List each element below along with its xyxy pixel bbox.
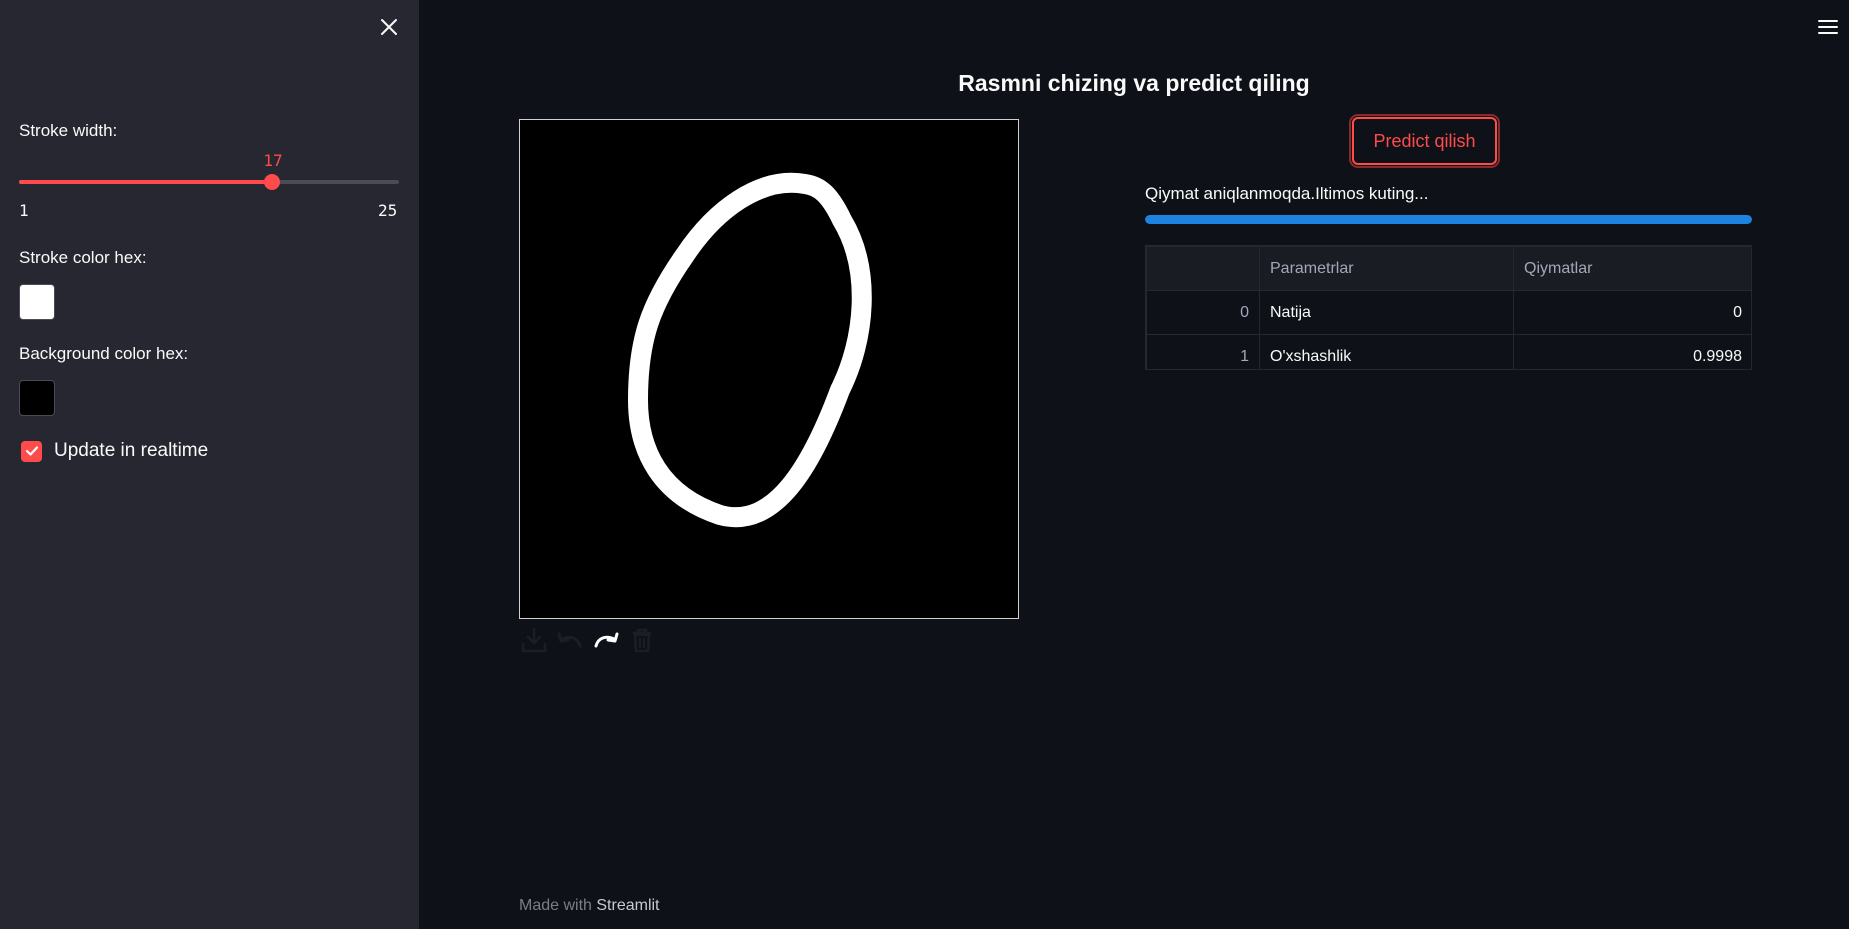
undo-button[interactable]: [555, 625, 585, 655]
trash-icon: [633, 628, 651, 653]
table-header-values: Qiymatlar: [1513, 246, 1751, 291]
redo-button[interactable]: [591, 625, 621, 655]
undo-icon: [557, 632, 582, 648]
progress-bar: [1145, 215, 1752, 224]
hamburger-menu-icon: [1818, 20, 1838, 34]
realtime-checkbox[interactable]: [21, 440, 42, 462]
close-icon: [381, 19, 397, 35]
sidebar: Stroke width: 17 1 25 Stroke color hex: …: [0, 0, 419, 929]
streamlit-link[interactable]: Streamlit: [596, 897, 659, 914]
close-sidebar-button[interactable]: [376, 14, 402, 40]
progress-fill: [1145, 215, 1752, 224]
realtime-label: Update in realtime: [54, 440, 209, 461]
slider-fill: [19, 180, 273, 184]
results-table[interactable]: Parametrlar Qiymatlar 0 Natija 0 1 O'xsh…: [1145, 245, 1752, 370]
slider-max-label: 25: [378, 201, 398, 220]
stroke-width-value: 17: [263, 151, 283, 170]
drawing-canvas[interactable]: [519, 119, 1019, 619]
check-icon: [25, 446, 38, 456]
row-param: O'xshashlik: [1259, 334, 1514, 369]
realtime-checkbox-row[interactable]: Update in realtime: [21, 440, 208, 462]
background-color-label: Background color hex:: [19, 344, 189, 363]
main-menu-button[interactable]: [1815, 14, 1841, 40]
footer: Made with Streamlit: [519, 897, 660, 915]
predict-button[interactable]: Predict qilish: [1349, 114, 1500, 168]
row-index: 1: [1146, 334, 1260, 369]
download-button[interactable]: [519, 625, 549, 655]
stroke-color-picker[interactable]: [19, 284, 55, 320]
drawn-stroke: [628, 172, 872, 527]
table-row: 1 O'xshashlik 0.9998: [1146, 334, 1751, 369]
canvas-toolbar: [519, 625, 657, 655]
redo-icon: [594, 632, 619, 648]
stroke-width-slider[interactable]: [19, 174, 399, 190]
row-index: 0: [1146, 290, 1260, 335]
slider-thumb[interactable]: [264, 174, 281, 190]
stroke-width-label: Stroke width:: [19, 121, 118, 140]
row-value: 0: [1513, 290, 1751, 335]
download-icon: [521, 627, 547, 653]
row-value: 0.9998: [1513, 334, 1751, 369]
row-param: Natija: [1259, 290, 1514, 335]
table-header-params: Parametrlar: [1259, 246, 1514, 291]
stroke-color-label: Stroke color hex:: [19, 248, 147, 267]
status-text: Qiymat aniqlanmoqda.Iltimos kuting...: [1145, 184, 1429, 203]
table-header-row: Parametrlar Qiymatlar: [1146, 246, 1751, 291]
table-row: 0 Natija 0: [1146, 290, 1751, 335]
delete-button[interactable]: [627, 625, 657, 655]
footer-prefix: Made with: [519, 897, 597, 914]
page-title: Rasmni chizing va predict qiling: [958, 70, 1310, 96]
slider-min-label: 1: [19, 201, 29, 220]
background-color-picker[interactable]: [19, 380, 55, 416]
table-header-index: [1146, 246, 1260, 291]
